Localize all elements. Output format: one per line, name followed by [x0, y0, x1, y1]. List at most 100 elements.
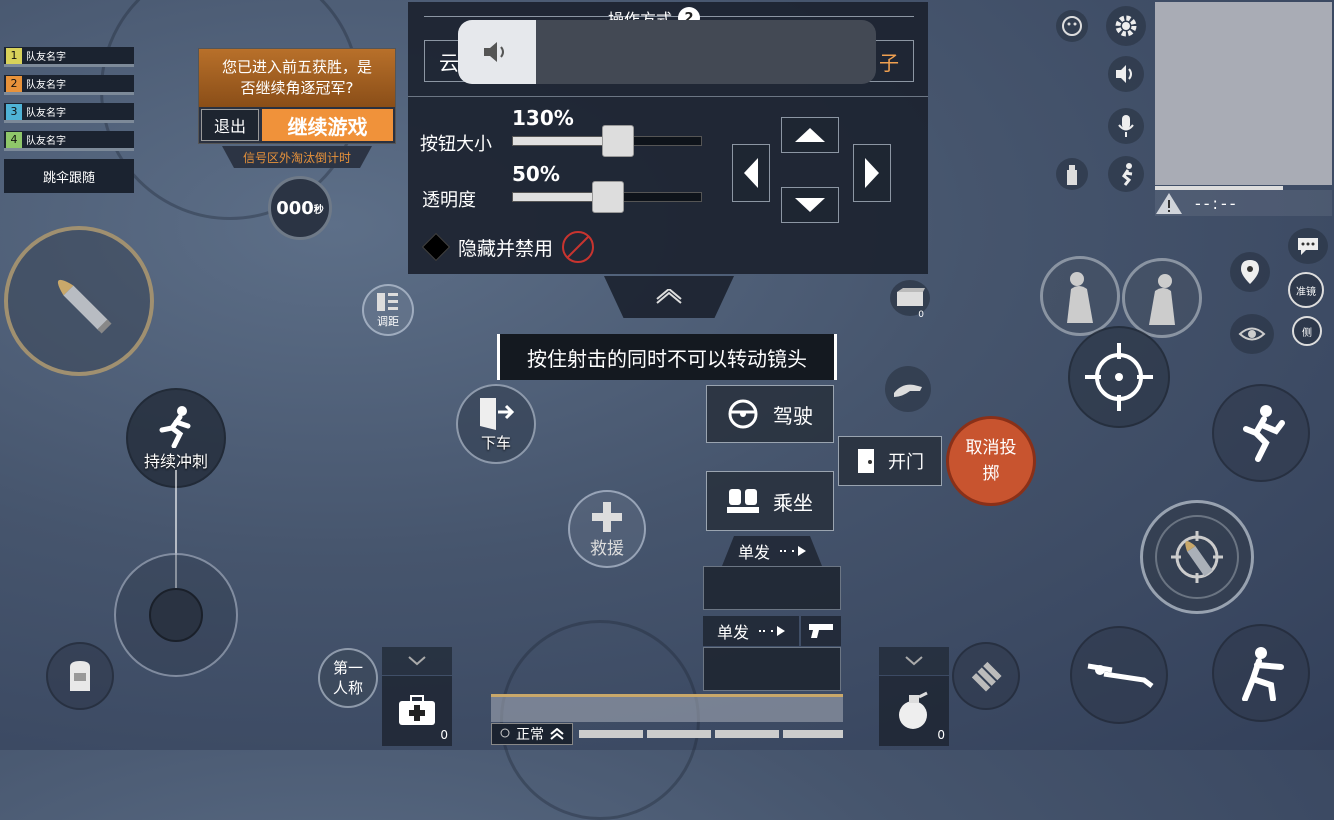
crouch-button[interactable]: [1212, 624, 1310, 722]
backpack-button[interactable]: [46, 642, 114, 710]
warning-icon: [1156, 193, 1182, 214]
map-marker-button[interactable]: [1230, 252, 1270, 292]
hide-disable-option[interactable]: 隐藏并禁用: [421, 230, 595, 264]
weapon-slot-2[interactable]: [703, 647, 841, 691]
weapon-slot-1[interactable]: [703, 566, 841, 610]
fire-button-right[interactable]: [1140, 500, 1254, 614]
team-member-3[interactable]: 3 队友名字: [4, 103, 134, 123]
energy-bar: [579, 730, 843, 738]
volume-level-fill: [458, 20, 536, 84]
prone-button[interactable]: [1070, 626, 1168, 724]
weapon-slot-2-mode[interactable]: 单发: [703, 616, 799, 646]
spray-button[interactable]: [1056, 158, 1088, 190]
timer-digits: 000: [276, 197, 314, 219]
reload-button[interactable]: [952, 642, 1020, 710]
movement-joystick[interactable]: [114, 553, 238, 677]
medkit-button[interactable]: 0: [382, 676, 452, 746]
backpack-icon: [70, 661, 90, 691]
fire-button-left[interactable]: [4, 226, 154, 376]
exit-vehicle-button[interactable]: 下车: [456, 384, 536, 464]
aim-button[interactable]: [1068, 326, 1170, 428]
rescue-button[interactable]: 救援: [568, 490, 646, 568]
steering-wheel-icon: [728, 399, 758, 429]
rescue-label: 救援: [590, 538, 624, 559]
team-member-name: 队友名字: [26, 108, 66, 119]
exit-vehicle-label: 下车: [480, 433, 511, 452]
joystick-thumb[interactable]: [149, 588, 203, 642]
button-size-value: 130%: [512, 106, 574, 130]
minimap[interactable]: [1155, 2, 1332, 185]
exit-button[interactable]: 退出: [201, 109, 259, 141]
fire-mode-label: 单发: [737, 543, 770, 562]
pickup-button[interactable]: [885, 366, 931, 412]
ride-button[interactable]: 乘坐: [706, 471, 834, 531]
emote-button[interactable]: [1056, 10, 1088, 42]
mode-left-label: 云: [439, 50, 459, 75]
open-door-button[interactable]: 开门: [838, 436, 942, 486]
team-number: 3: [6, 103, 22, 120]
plus-icon: [592, 501, 622, 532]
move-left-button[interactable]: [732, 144, 770, 202]
chat-button[interactable]: [1288, 228, 1328, 264]
pistol-icon: [809, 624, 833, 638]
team-member-1[interactable]: 1 队友名字: [4, 47, 134, 67]
parachute-follow-button[interactable]: 跳伞跟随: [4, 159, 134, 193]
chevron-down-icon: [408, 656, 426, 666]
single-fire-icon: [780, 546, 806, 556]
button-size-label: 按钮大小: [420, 134, 492, 155]
jump-button[interactable]: [1212, 384, 1310, 482]
weapon-slot-1-mode[interactable]: 单发: [722, 536, 822, 566]
chat-bubble-icon: [1298, 238, 1318, 255]
scope-button[interactable]: 准镜: [1288, 272, 1324, 308]
posture-label: 正常: [516, 727, 544, 743]
grenade-button[interactable]: 0: [879, 676, 949, 746]
move-down-button[interactable]: [781, 187, 839, 223]
team-number: 1: [6, 47, 22, 64]
collapse-panel-button[interactable]: [604, 276, 734, 318]
team-member-4[interactable]: 4 队友名字: [4, 131, 134, 151]
settings-button[interactable]: [1106, 6, 1146, 46]
grenade-expand-button[interactable]: [879, 647, 949, 675]
medkit-expand-button[interactable]: [382, 647, 452, 675]
minimap-status: --:--: [1155, 190, 1332, 216]
side-aim-button[interactable]: 侧: [1292, 316, 1322, 346]
lean-right-button[interactable]: [1122, 258, 1202, 338]
team-member-2[interactable]: 2 队友名字: [4, 75, 134, 95]
open-door-label: 开门: [888, 452, 924, 473]
running-man-icon: [159, 406, 191, 448]
auto-run-button[interactable]: [1108, 156, 1144, 192]
pistol-slot[interactable]: [801, 616, 841, 646]
jumping-man-icon: [1243, 405, 1285, 462]
crouch-icon: [1242, 647, 1284, 701]
supply-crate-button[interactable]: 0: [890, 280, 930, 320]
speaker-button[interactable]: [1108, 56, 1144, 92]
free-look-button[interactable]: [1230, 314, 1274, 354]
hand-icon: [894, 384, 922, 397]
button-size-slider[interactable]: [512, 125, 702, 157]
continue-game-button[interactable]: 继续游戏: [262, 109, 393, 141]
drive-button[interactable]: 驾驶: [706, 385, 834, 443]
opacity-slider[interactable]: [512, 181, 702, 213]
timer-unit: 秒: [313, 204, 324, 216]
lean-left-button[interactable]: [1040, 256, 1120, 336]
microphone-button[interactable]: [1108, 108, 1144, 144]
speaker-icon: [1116, 65, 1132, 83]
team-number: 2: [6, 75, 22, 92]
move-up-button[interactable]: [781, 117, 839, 153]
slider-handle[interactable]: [592, 181, 624, 213]
move-right-button[interactable]: [853, 144, 891, 202]
first-person-toggle[interactable]: 第一人称: [318, 648, 378, 708]
single-fire-icon: [759, 626, 785, 636]
crate-count: 0: [918, 310, 924, 320]
drive-label: 驾驶: [773, 403, 813, 428]
grenade-icon: [899, 691, 928, 729]
bullet-icon: [57, 279, 112, 334]
cancel-throw-button[interactable]: 取消投掷: [946, 416, 1036, 506]
slider-handle[interactable]: [601, 125, 634, 157]
distance-label: 调距: [377, 315, 399, 328]
diamond-icon: [421, 232, 451, 262]
team-member-name: 队友名字: [26, 80, 66, 91]
arrow-down-icon: [795, 198, 825, 212]
distance-adjust-button[interactable]: 调距: [362, 284, 414, 336]
hide-disable-label: 隐藏并禁用: [458, 237, 554, 260]
